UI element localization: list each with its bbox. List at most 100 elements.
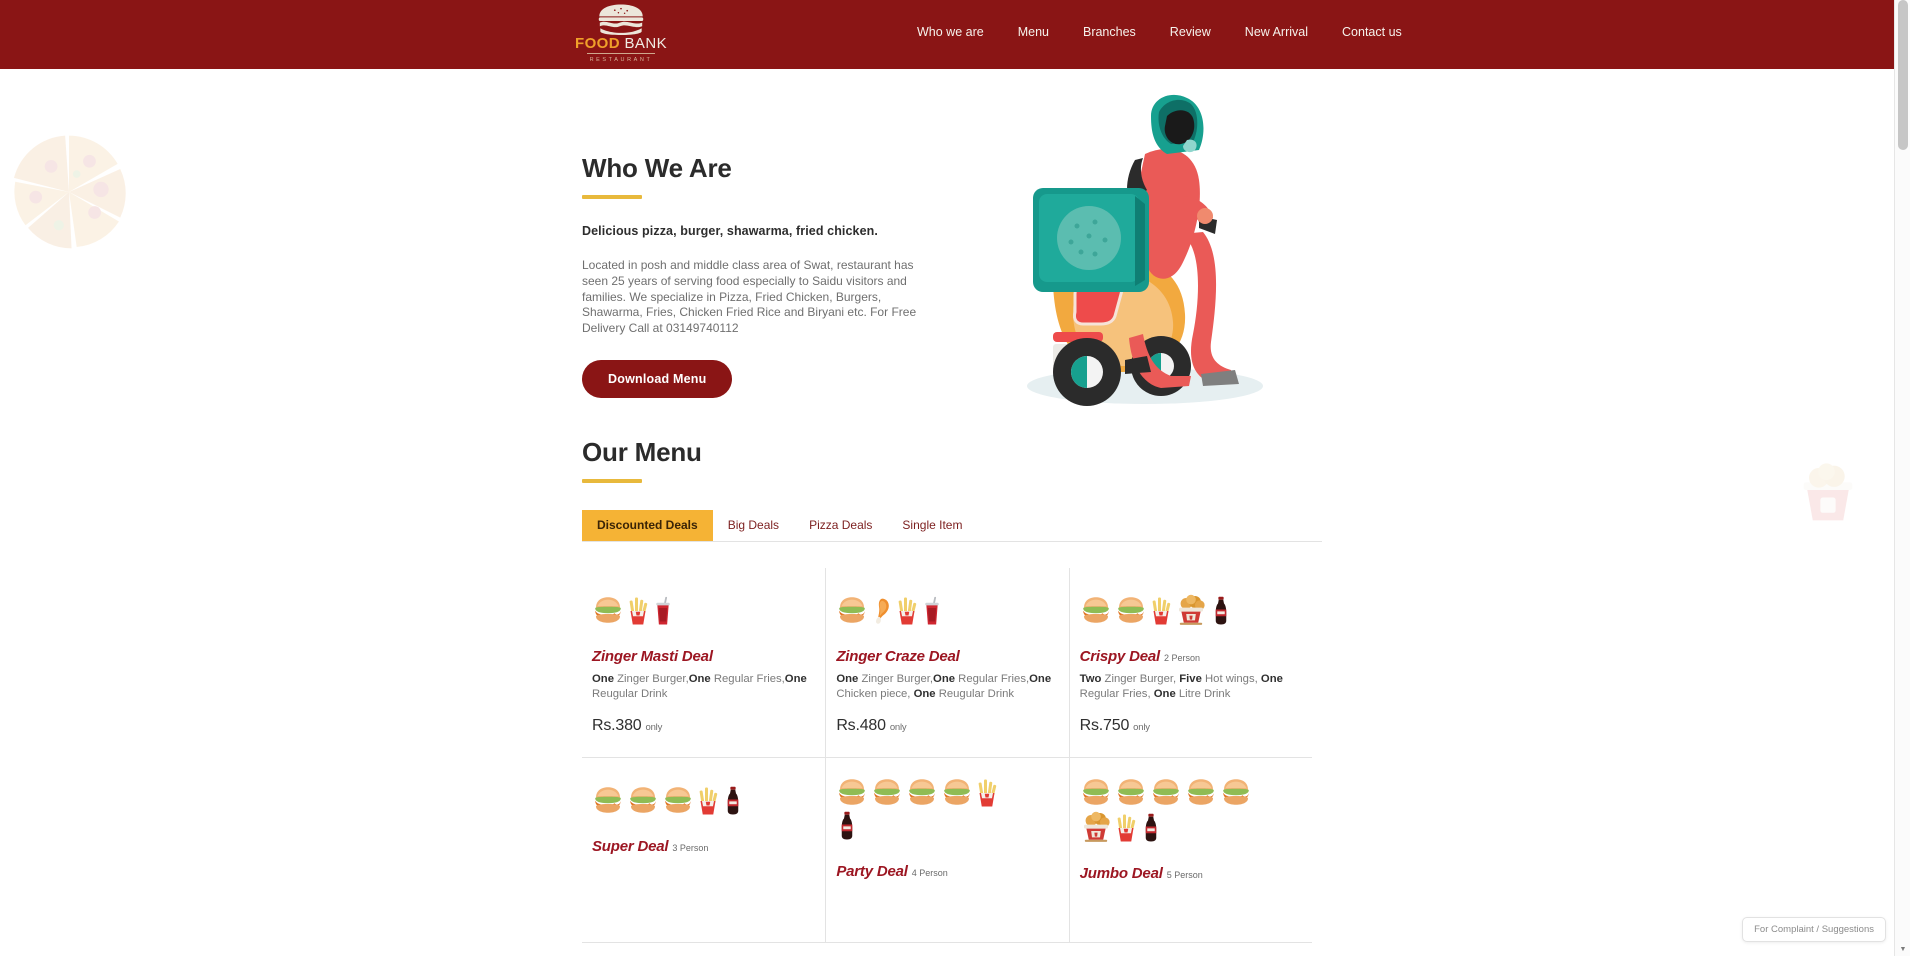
deal-name: Zinger Masti Deal xyxy=(592,648,713,665)
cola-bottle-icon xyxy=(1215,596,1226,625)
deal-images xyxy=(1080,776,1260,843)
deal-item-qty: One xyxy=(688,673,711,685)
nav-item-new-arrival[interactable]: New Arrival xyxy=(1228,24,1325,40)
deal-name: Crispy Deal xyxy=(1079,648,1161,665)
site-header: FOOD BANK RESTAURANT Who we are Menu Bra… xyxy=(0,0,1894,69)
cola-bottle-icon xyxy=(1145,813,1156,842)
brand-word-secondary: BANK xyxy=(624,35,667,52)
nav-item-review[interactable]: Review xyxy=(1153,24,1228,40)
hero-body-text: Located in posh and middle class area of… xyxy=(582,258,917,336)
burger-icon xyxy=(909,779,936,805)
deal-price-amount: Rs.750 xyxy=(1079,717,1130,734)
deal-card[interactable]: Jumbo Deal 5 Person xyxy=(1068,758,1312,943)
deal-item-qty: Five xyxy=(1179,673,1202,685)
deal-title: Zinger Masti Deal xyxy=(592,648,815,665)
deal-item-qty: One xyxy=(1260,673,1283,685)
brand-logo[interactable]: FOOD BANK RESTAURANT xyxy=(575,2,667,66)
deal-images xyxy=(1080,586,1260,626)
deal-description: One Zinger Burger,One Regular Fries,One … xyxy=(836,672,1058,701)
chicken-leg-icon xyxy=(876,598,890,624)
fries-icon xyxy=(629,597,648,625)
deal-price: Rs.480 only xyxy=(836,717,1058,735)
deal-card[interactable]: Party Deal 4 Person xyxy=(825,758,1069,943)
burger-logo-icon xyxy=(598,4,644,35)
drink-cup-icon xyxy=(656,596,670,625)
burger-icon xyxy=(1082,779,1109,805)
deal-card[interactable]: Super Deal 3 Person xyxy=(582,758,826,943)
deal-item-qty: One xyxy=(1029,673,1052,685)
burger-icon xyxy=(630,787,656,813)
burger-icon xyxy=(1117,779,1144,805)
nav-item-who-we-are[interactable]: Who we are xyxy=(900,24,1001,40)
deal-item-text: Hot wings, xyxy=(1201,673,1261,685)
deal-item-text: Regular Fries, xyxy=(1079,687,1154,700)
who-we-are-text-block: Who We Are Delicious pizza, burger, shaw… xyxy=(582,153,982,398)
fries-icon xyxy=(898,597,917,625)
deal-item-text: Litre Drink xyxy=(1175,687,1231,700)
scroll-down-icon[interactable]: ▼ xyxy=(1895,942,1910,956)
burger-icon xyxy=(874,779,901,805)
deal-card[interactable]: Zinger Craze Deal One Zinger Burger,One R… xyxy=(825,568,1069,758)
burger-icon xyxy=(595,787,621,813)
brand-divider xyxy=(587,53,655,54)
nav-item-branches[interactable]: Branches xyxy=(1066,24,1153,40)
burger-icon xyxy=(665,787,691,813)
who-we-are-section: Who We Are Delicious pizza, burger, shaw… xyxy=(0,69,1894,437)
deal-item-text: Zinger Burger, xyxy=(858,673,934,685)
deal-description: One Zinger Burger,One Regular Fries,One … xyxy=(592,672,815,701)
deal-person-count: 2 Person xyxy=(1164,653,1201,663)
deal-price: Rs.380 only xyxy=(592,717,815,735)
burger-icon xyxy=(1187,779,1214,805)
deal-title: Super Deal 3 Person xyxy=(592,838,815,855)
chicken-bucket-icon xyxy=(1178,594,1205,625)
deal-item-text: Regular Fries, xyxy=(955,673,1030,685)
page-root: FOOD BANK RESTAURANT Who we are Menu Bra… xyxy=(0,0,1910,956)
menu-title-underline xyxy=(582,479,642,483)
deal-card[interactable]: Crispy Deal 2 Person Two Zinger Burger, Fi… xyxy=(1068,568,1312,758)
deal-title: Crispy Deal 2 Person xyxy=(1080,648,1302,665)
deal-item-qty: One xyxy=(836,673,859,685)
chicken-bucket-icon xyxy=(1083,811,1110,842)
menu-heading-block: Our Menu xyxy=(582,437,1322,483)
deal-price-amount: Rs.480 xyxy=(836,717,886,734)
deal-images xyxy=(592,586,772,626)
page-scrollbar[interactable]: ▲ ▼ xyxy=(1894,0,1910,956)
tab-big-deals[interactable]: Big Deals xyxy=(713,510,794,541)
deal-title: Zinger Craze Deal xyxy=(836,648,1058,665)
deal-card-grid: Zinger Masti Deal One Zinger Burger,One R… xyxy=(582,568,1312,943)
deal-name: Jumbo Deal xyxy=(1079,865,1163,882)
deal-item-qty: One xyxy=(1153,687,1176,700)
deal-images xyxy=(592,776,772,816)
deal-item-qty: Two xyxy=(1079,673,1102,685)
tab-discounted-deals[interactable]: Discounted Deals xyxy=(582,510,713,541)
fries-icon xyxy=(699,787,718,815)
deal-images xyxy=(836,586,1016,626)
deal-item-qty: One xyxy=(913,687,936,700)
burger-icon xyxy=(1082,597,1109,623)
burger-icon xyxy=(1152,779,1179,805)
deal-card[interactable]: Zinger Masti Deal One Zinger Burger,One R… xyxy=(582,568,826,758)
brand-wordmark: FOOD BANK xyxy=(575,36,667,51)
deal-title: Jumbo Deal 5 Person xyxy=(1080,865,1302,882)
deal-item-text: Regular Fries, xyxy=(710,673,785,685)
nav-item-menu[interactable]: Menu xyxy=(1001,24,1066,40)
hero-lead-text: Delicious pizza, burger, shawarma, fried… xyxy=(582,224,878,238)
nav-item-contact-us[interactable]: Contact us xyxy=(1325,24,1419,40)
download-menu-button[interactable]: Download Menu xyxy=(582,359,733,398)
deal-price-note: only xyxy=(1133,722,1150,733)
deal-images xyxy=(836,776,1016,841)
burger-icon xyxy=(839,779,866,805)
tab-pizza-deals[interactable]: Pizza Deals xyxy=(794,510,887,541)
deal-item-text: Chicken piece, xyxy=(836,687,914,700)
cola-bottle-icon xyxy=(842,811,853,840)
fries-icon xyxy=(1152,597,1170,625)
tab-single-item[interactable]: Single Item xyxy=(887,510,977,541)
deal-person-count: 3 Person xyxy=(672,843,709,853)
complaint-suggestions-widget[interactable]: For Complaint / Suggestions xyxy=(1742,917,1886,942)
scrollbar-thumb[interactable] xyxy=(1898,0,1908,150)
menu-tabs: Discounted Deals Big Deals Pizza Deals S… xyxy=(582,510,1322,542)
fries-icon xyxy=(1117,814,1135,842)
deal-description: Two Zinger Burger, Five Hot wings, One R… xyxy=(1080,672,1302,701)
burger-icon xyxy=(839,597,866,623)
our-menu-section: Our Menu Discounted Deals Big Deals Pizz… xyxy=(0,437,1894,943)
